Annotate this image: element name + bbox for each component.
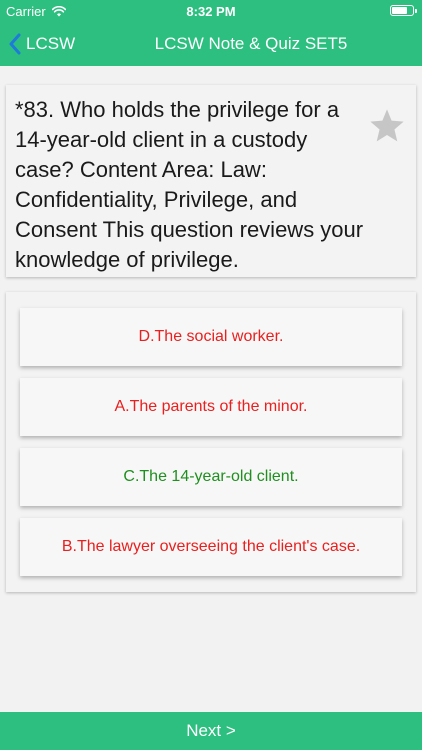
battery-icon — [390, 5, 417, 16]
answer-option-c[interactable]: C.The 14-year-old client. — [20, 448, 402, 506]
back-button[interactable]: LCSW — [8, 31, 75, 57]
answers-panel: D.The social worker. A.The parents of th… — [6, 292, 416, 592]
battery-fill — [392, 7, 408, 14]
back-button-label: LCSW — [26, 34, 76, 53]
app-header: Carrier 8:32 PM LCSW LCSW Note & Quiz SE… — [0, 0, 422, 66]
question-card: *83. Who holds the privilege for a 14-ye… — [6, 85, 416, 277]
question-text: *83. Who holds the privilege for a 14-ye… — [15, 97, 364, 272]
status-bar: Carrier 8:32 PM — [0, 0, 422, 22]
answer-option-d[interactable]: D.The social worker. — [20, 308, 402, 366]
answer-option-a[interactable]: A.The parents of the minor. — [20, 378, 402, 436]
nav-title: LCSW Note & Quiz SET5 — [154, 34, 348, 53]
status-time: 8:32 PM — [186, 4, 236, 19]
navigation-bar: LCSW LCSW Note & Quiz SET5 — [0, 22, 422, 66]
answer-option-b[interactable]: B.The lawyer overseeing the client's cas… — [20, 518, 402, 576]
star-icon[interactable] — [368, 107, 406, 145]
chevron-left-icon — [9, 33, 21, 55]
next-button[interactable]: Next > — [0, 712, 422, 750]
battery-nub — [415, 8, 417, 13]
